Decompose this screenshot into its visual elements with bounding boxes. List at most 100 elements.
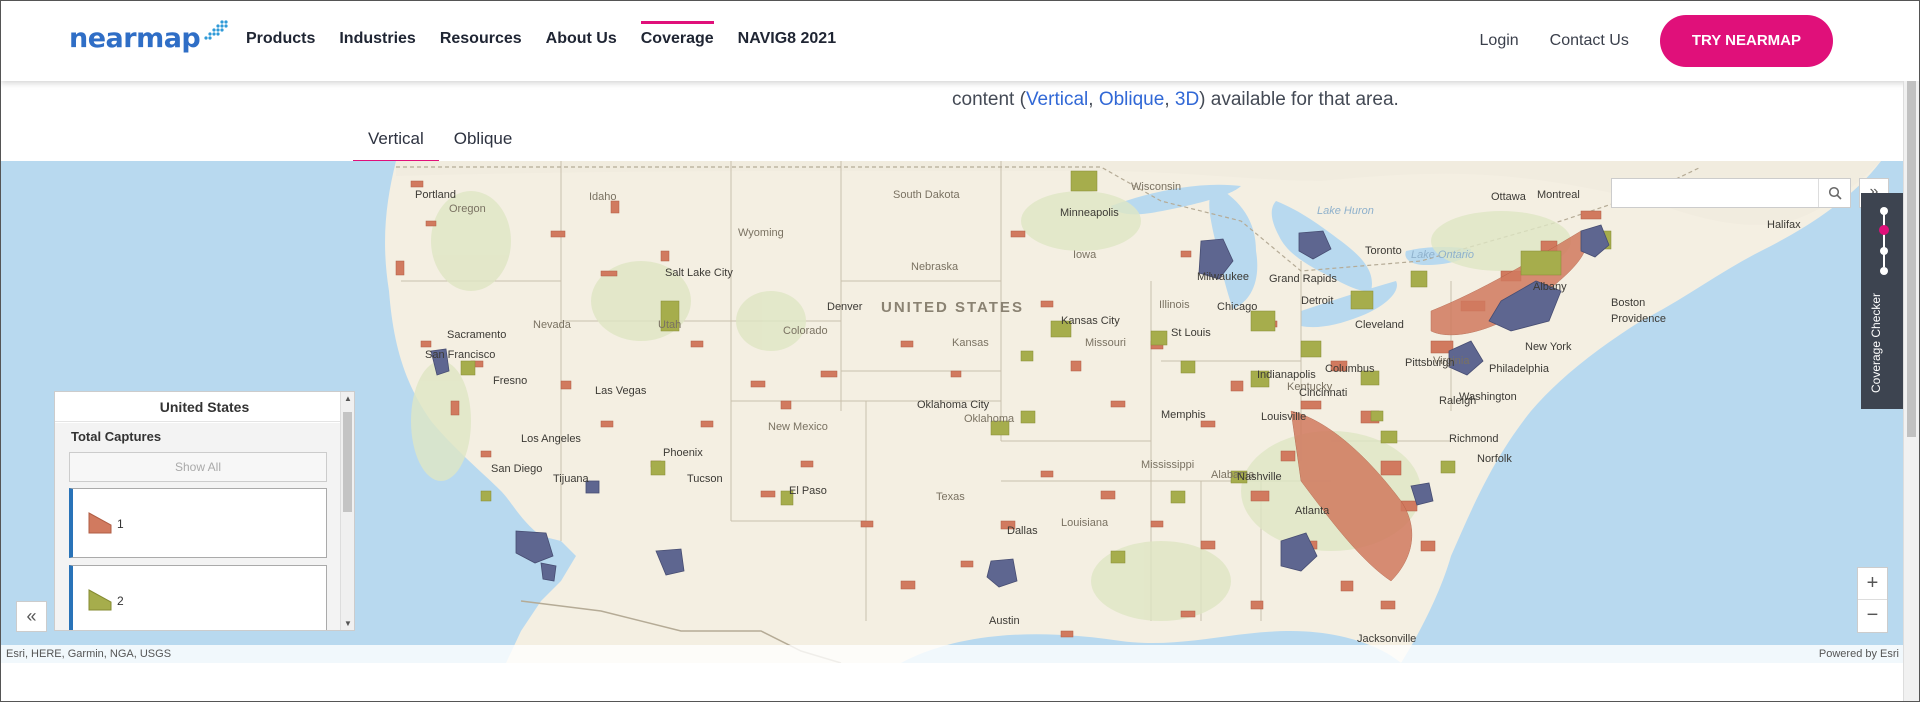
map-label-water: Lake Huron <box>1317 205 1374 217</box>
map-label-city: Las Vegas <box>595 385 647 397</box>
nearmap-logo[interactable]: nearmap <box>69 15 228 61</box>
map-label-city: Memphis <box>1161 409 1206 421</box>
map-label-city: Grand Rapids <box>1269 273 1337 285</box>
map-label-city: Pittsburgh <box>1405 357 1455 369</box>
legend-title: United States <box>55 392 354 422</box>
show-all-button[interactable]: Show All <box>69 452 327 482</box>
login-link[interactable]: Login <box>1480 32 1519 50</box>
map-label-state: Utah <box>658 319 682 331</box>
map-label-state: Mississippi <box>1141 459 1195 471</box>
site-header: nearmap Products Industries Resources Ab… <box>1 1 1919 81</box>
map-label-city: Indianapolis <box>1257 369 1316 381</box>
legend-item-label: 1 <box>117 517 124 531</box>
intro-sep-1: , <box>1088 89 1099 110</box>
map-label-state: Missouri <box>1085 337 1126 349</box>
map-label-city: San Francisco <box>425 349 496 361</box>
logo-dots-icon <box>204 20 228 40</box>
map-label-city: Phoenix <box>663 447 703 459</box>
map-label-city: Fresno <box>493 375 528 387</box>
map-label-state: Wisconsin <box>1131 181 1182 193</box>
map-label-city: Minneapolis <box>1060 207 1119 219</box>
map-search <box>1611 178 1851 208</box>
map-label-state: New Mexico <box>768 421 828 433</box>
logo-text: nearmap <box>69 22 201 54</box>
try-nearmap-button[interactable]: TRY NEARMAP <box>1659 15 1833 67</box>
map-label-city: Halifax <box>1767 219 1801 231</box>
search-button[interactable] <box>1818 179 1850 207</box>
coverage-checker-label: Coverage Checker <box>1869 292 1883 393</box>
map-label-city: Nashville <box>1237 471 1282 483</box>
map-label-city: Montreal <box>1537 189 1580 201</box>
powered-by-esri[interactable]: Powered by Esri <box>1819 648 1899 660</box>
checker-step-dot-active[interactable] <box>1879 225 1889 235</box>
map-label-city: Toronto <box>1365 245 1402 257</box>
legend-swatch-icon <box>88 589 112 611</box>
nav-about-us[interactable]: About Us <box>546 1 617 81</box>
checker-step-dot[interactable] <box>1880 207 1888 215</box>
contact-us-link[interactable]: Contact Us <box>1550 32 1629 50</box>
tab-oblique[interactable]: Oblique <box>439 123 528 163</box>
oblique-link[interactable]: Oblique <box>1099 89 1165 110</box>
main-nav: Products Industries Resources About Us C… <box>246 1 860 81</box>
map-label-state: Wyoming <box>738 227 784 239</box>
checker-step-dot[interactable] <box>1880 267 1888 275</box>
tab-vertical[interactable]: Vertical <box>353 123 439 163</box>
map-label-city: Dallas <box>1007 525 1038 537</box>
map-label-state: Louisiana <box>1061 517 1109 529</box>
checker-rail <box>1883 211 1885 267</box>
intro-prefix: content ( <box>952 89 1026 110</box>
attribution-text: Esri, HERE, Garmin, NGA, USGS <box>6 648 172 660</box>
map-label-city: Portland <box>415 189 456 201</box>
scroll-up-icon[interactable]: ▲ <box>341 394 355 403</box>
zoom-controls: + − <box>1857 567 1888 633</box>
map-label-city: Detroit <box>1301 295 1334 307</box>
collapse-legend-button[interactable]: « <box>16 601 47 632</box>
map-label-water: Lake Ontario <box>1411 249 1474 261</box>
zoom-in-button[interactable]: + <box>1858 568 1887 600</box>
nav-resources[interactable]: Resources <box>440 1 522 81</box>
map-label-city: Richmond <box>1449 433 1499 445</box>
zoom-out-button[interactable]: − <box>1858 600 1887 632</box>
map-label-city: Denver <box>827 301 863 313</box>
page-scroll-thumb[interactable] <box>1907 81 1916 437</box>
map-label-city: Norfolk <box>1477 453 1512 465</box>
legend-scroll-thumb[interactable] <box>343 412 352 512</box>
map-label-city: Salt Lake City <box>665 267 733 279</box>
coverage-tabs: Vertical Oblique <box>353 123 527 163</box>
3d-link[interactable]: 3D <box>1175 89 1199 110</box>
legend-item-2[interactable]: 2 <box>69 565 327 630</box>
map-label-city: Louisville <box>1261 411 1307 423</box>
intro-sep-2: , <box>1164 89 1175 110</box>
map-label-city: Ottawa <box>1491 191 1526 203</box>
nav-industries[interactable]: Industries <box>339 1 415 81</box>
nav-right: Login Contact Us TRY NEARMAP <box>1480 1 1833 81</box>
map-label-state: Colorado <box>783 325 828 337</box>
legend-scrollbar[interactable]: ▲ ▼ <box>340 392 354 630</box>
map-label-city: Austin <box>989 615 1020 627</box>
map-label-city: Providence <box>1611 313 1667 325</box>
nav-products[interactable]: Products <box>246 1 315 81</box>
map-label-city: Chicago <box>1217 301 1258 313</box>
nav-navig8[interactable]: NAVIG8 2021 <box>738 1 836 81</box>
map-attribution: Esri, HERE, Garmin, NGA, USGS Powered by… <box>1 645 1905 663</box>
map-label-state: Kansas <box>952 337 989 349</box>
checker-step-dot[interactable] <box>1880 247 1888 255</box>
map-label-city: Los Angeles <box>521 433 581 445</box>
map-label-city: Albany <box>1533 281 1567 293</box>
map-label-state: South Dakota <box>893 189 960 201</box>
map-label-state: Oklahoma <box>964 413 1015 425</box>
page-scrollbar[interactable] <box>1903 81 1919 701</box>
scroll-down-icon[interactable]: ▼ <box>341 619 355 628</box>
vertical-link[interactable]: Vertical <box>1026 89 1088 110</box>
map-label-city: Raleigh <box>1439 395 1477 407</box>
legend-item-1[interactable]: 1 <box>69 488 327 558</box>
map-label-state: Illinois <box>1159 299 1190 311</box>
map-label-state: Idaho <box>589 191 617 203</box>
coverage-checker-panel[interactable]: Coverage Checker <box>1861 193 1903 409</box>
legend-item-label: 2 <box>117 594 124 608</box>
coverage-intro-text: content (Vertical, Oblique, 3D) availabl… <box>952 89 1399 111</box>
nav-coverage[interactable]: Coverage <box>640 1 714 81</box>
map-label-city: Boston <box>1611 297 1646 309</box>
map-label-state: Texas <box>936 491 965 503</box>
map-search-input[interactable] <box>1612 179 1817 207</box>
